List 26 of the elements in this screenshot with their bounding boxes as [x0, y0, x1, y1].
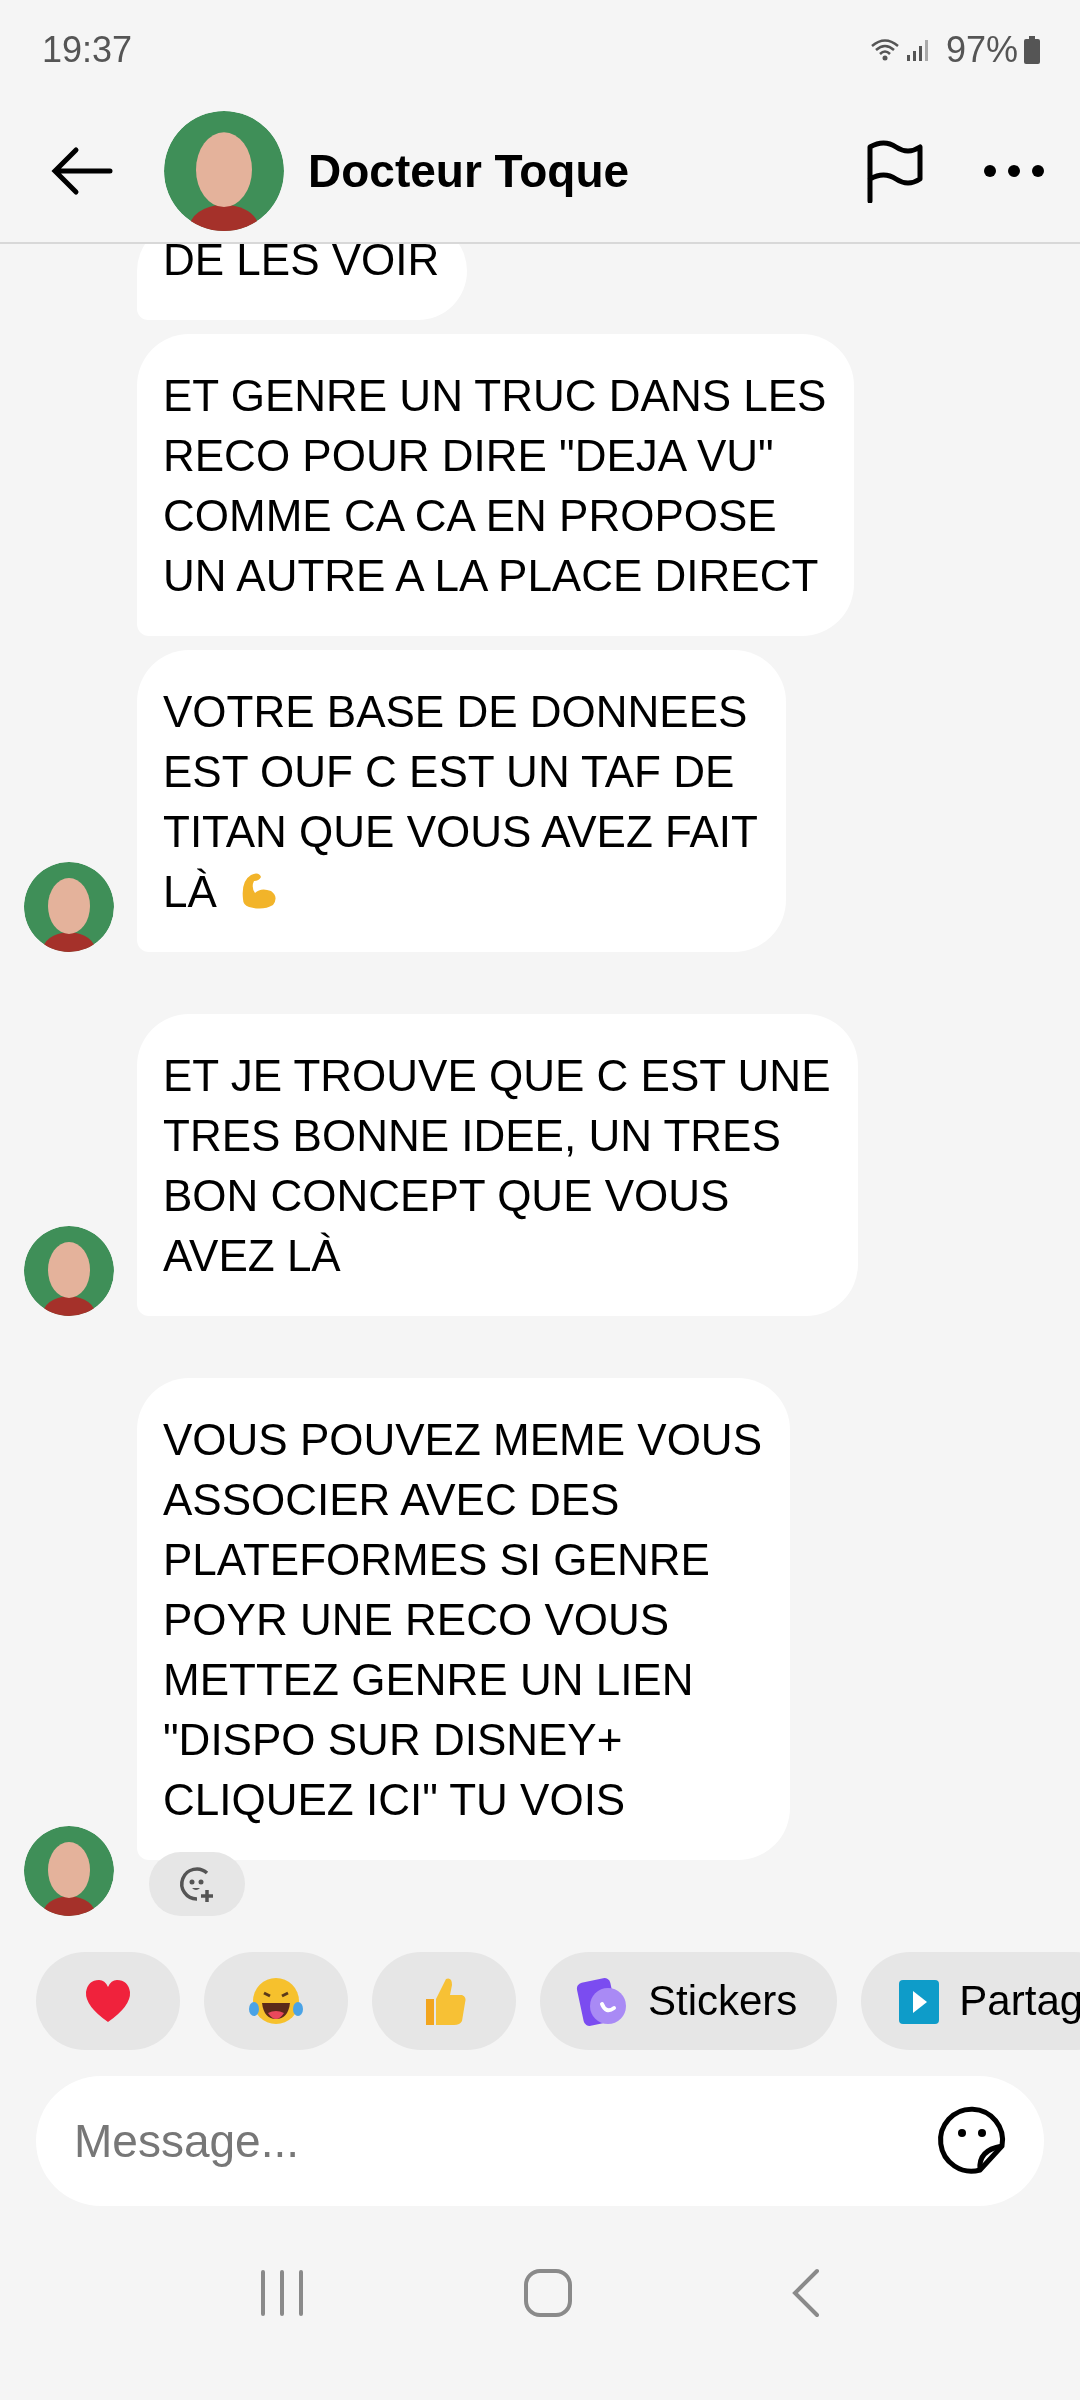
back-button[interactable]	[50, 146, 114, 196]
clock-time: 19:37	[42, 29, 133, 71]
message-input[interactable]: Message...	[72, 2113, 936, 2169]
laughing-face-icon	[248, 1975, 304, 2027]
heart-icon	[83, 1978, 133, 2024]
message-bubble: VOTRE BASE DE DONNEES EST OUF C EST UN TAF DE TITAN QUE VOUS AVEZ FAIT LÀ	[137, 650, 786, 952]
avatar[interactable]	[24, 862, 114, 952]
sticker-button[interactable]	[936, 2105, 1008, 2177]
message-bubble: ET GENRE UN TRUC DANS LES RECO POUR DIRE "DEJA VU" COMME CA CA EN PROPOSE UN AUTRE A LA PLACE DIRECT	[137, 334, 855, 636]
message-bubble: ET JE TROUVE QUE C EST UNE TRES BONNE IDEE, UN TRES BON CONCEPT QUE VOUS AVEZ LÀ	[137, 1014, 859, 1316]
message-field[interactable]: Message...	[36, 2076, 1044, 2206]
avatar[interactable]	[24, 1226, 114, 1316]
share-button[interactable]: Partag	[861, 1952, 1080, 2050]
more-button[interactable]	[982, 163, 1046, 179]
contact-name[interactable]: Docteur Toque	[308, 144, 630, 198]
message-bubble: VOUS POUVEZ MEME VOUS ASSOCIER AVEC DES PLATEFORMES SI GENRE POYR UNE RECO VOUS METTEZ GENRE UN LIEN "DISPO SUR DISNEY+ CLIQUEZ ICI" TU VOIS	[137, 1378, 790, 1860]
battery-level: 97%	[945, 29, 1018, 71]
battery-icon	[1024, 36, 1040, 64]
avatar[interactable]	[164, 111, 284, 231]
wifi-icon	[869, 37, 900, 63]
avatar[interactable]	[24, 1826, 114, 1916]
back-nav-button[interactable]	[791, 2268, 821, 2318]
stickers-button[interactable]: Stickers	[540, 1952, 838, 2050]
message-bubble: DE LES VOIR	[137, 244, 468, 320]
recent-apps-button[interactable]	[259, 2268, 305, 2318]
home-button[interactable]	[523, 2268, 573, 2318]
